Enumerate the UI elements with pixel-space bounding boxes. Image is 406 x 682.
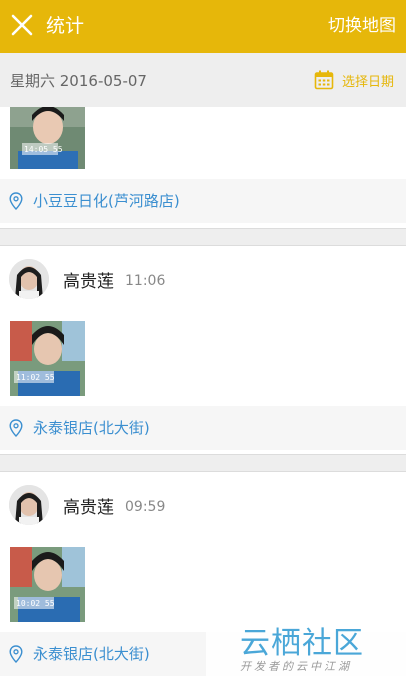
- location-label: 永泰银店(北大街): [33, 645, 150, 663]
- switch-map-button[interactable]: 切换地图: [328, 14, 396, 38]
- checkin-photo[interactable]: 14:05 55: [10, 107, 85, 169]
- checkin-time: 09:59: [125, 499, 166, 515]
- location-pin-icon: [9, 192, 23, 210]
- photo-image: 10:02 55: [10, 547, 85, 622]
- checkin-photo[interactable]: 10:02 55: [10, 547, 85, 622]
- location-label: 永泰银店(北大街): [33, 419, 150, 437]
- user-name: 高贵莲: [63, 498, 114, 518]
- location-row[interactable]: 永泰银店(北大街): [0, 406, 406, 450]
- select-date-button[interactable]: 选择日期: [314, 69, 394, 91]
- checkin-photo[interactable]: 11:02 55: [10, 321, 85, 396]
- watermark-subtitle: 开发者的云中江湖: [240, 660, 352, 673]
- location-row[interactable]: 小豆豆日化(芦河路店): [0, 179, 406, 223]
- location-pin-icon: [9, 645, 23, 663]
- record-card[interactable]: 高贵莲 11:06 11:02 55 永泰银店(北大街): [0, 245, 406, 455]
- calendar-icon: [314, 70, 334, 90]
- current-date: 星期六 2016-05-07: [10, 72, 147, 90]
- select-date-label: 选择日期: [341, 74, 394, 90]
- location-label: 小豆豆日化(芦河路店): [33, 192, 180, 210]
- close-icon[interactable]: [10, 13, 34, 37]
- app-bar: 统计 切换地图: [0, 0, 406, 53]
- watermark: 云栖社区 开发者的云中江湖: [206, 612, 406, 682]
- svg-text:14:05 55: 14:05 55: [24, 145, 63, 154]
- user-name: 高贵莲: [63, 272, 114, 292]
- watermark-title: 云栖社区: [240, 626, 364, 661]
- photo-image: 11:02 55: [10, 321, 85, 396]
- record-card[interactable]: 14:05 55 小豆豆日化(芦河路店): [0, 107, 406, 229]
- location-pin-icon: [9, 419, 23, 437]
- svg-text:11:02 55: 11:02 55: [16, 373, 55, 382]
- page-title: 统计: [46, 15, 85, 37]
- avatar: [9, 259, 49, 299]
- svg-text:10:02 55: 10:02 55: [16, 599, 55, 608]
- checkin-time: 11:06: [125, 273, 166, 289]
- photo-image: 14:05 55: [10, 107, 85, 169]
- date-bar: 星期六 2016-05-07 选择日期: [0, 53, 406, 107]
- avatar: [9, 485, 49, 525]
